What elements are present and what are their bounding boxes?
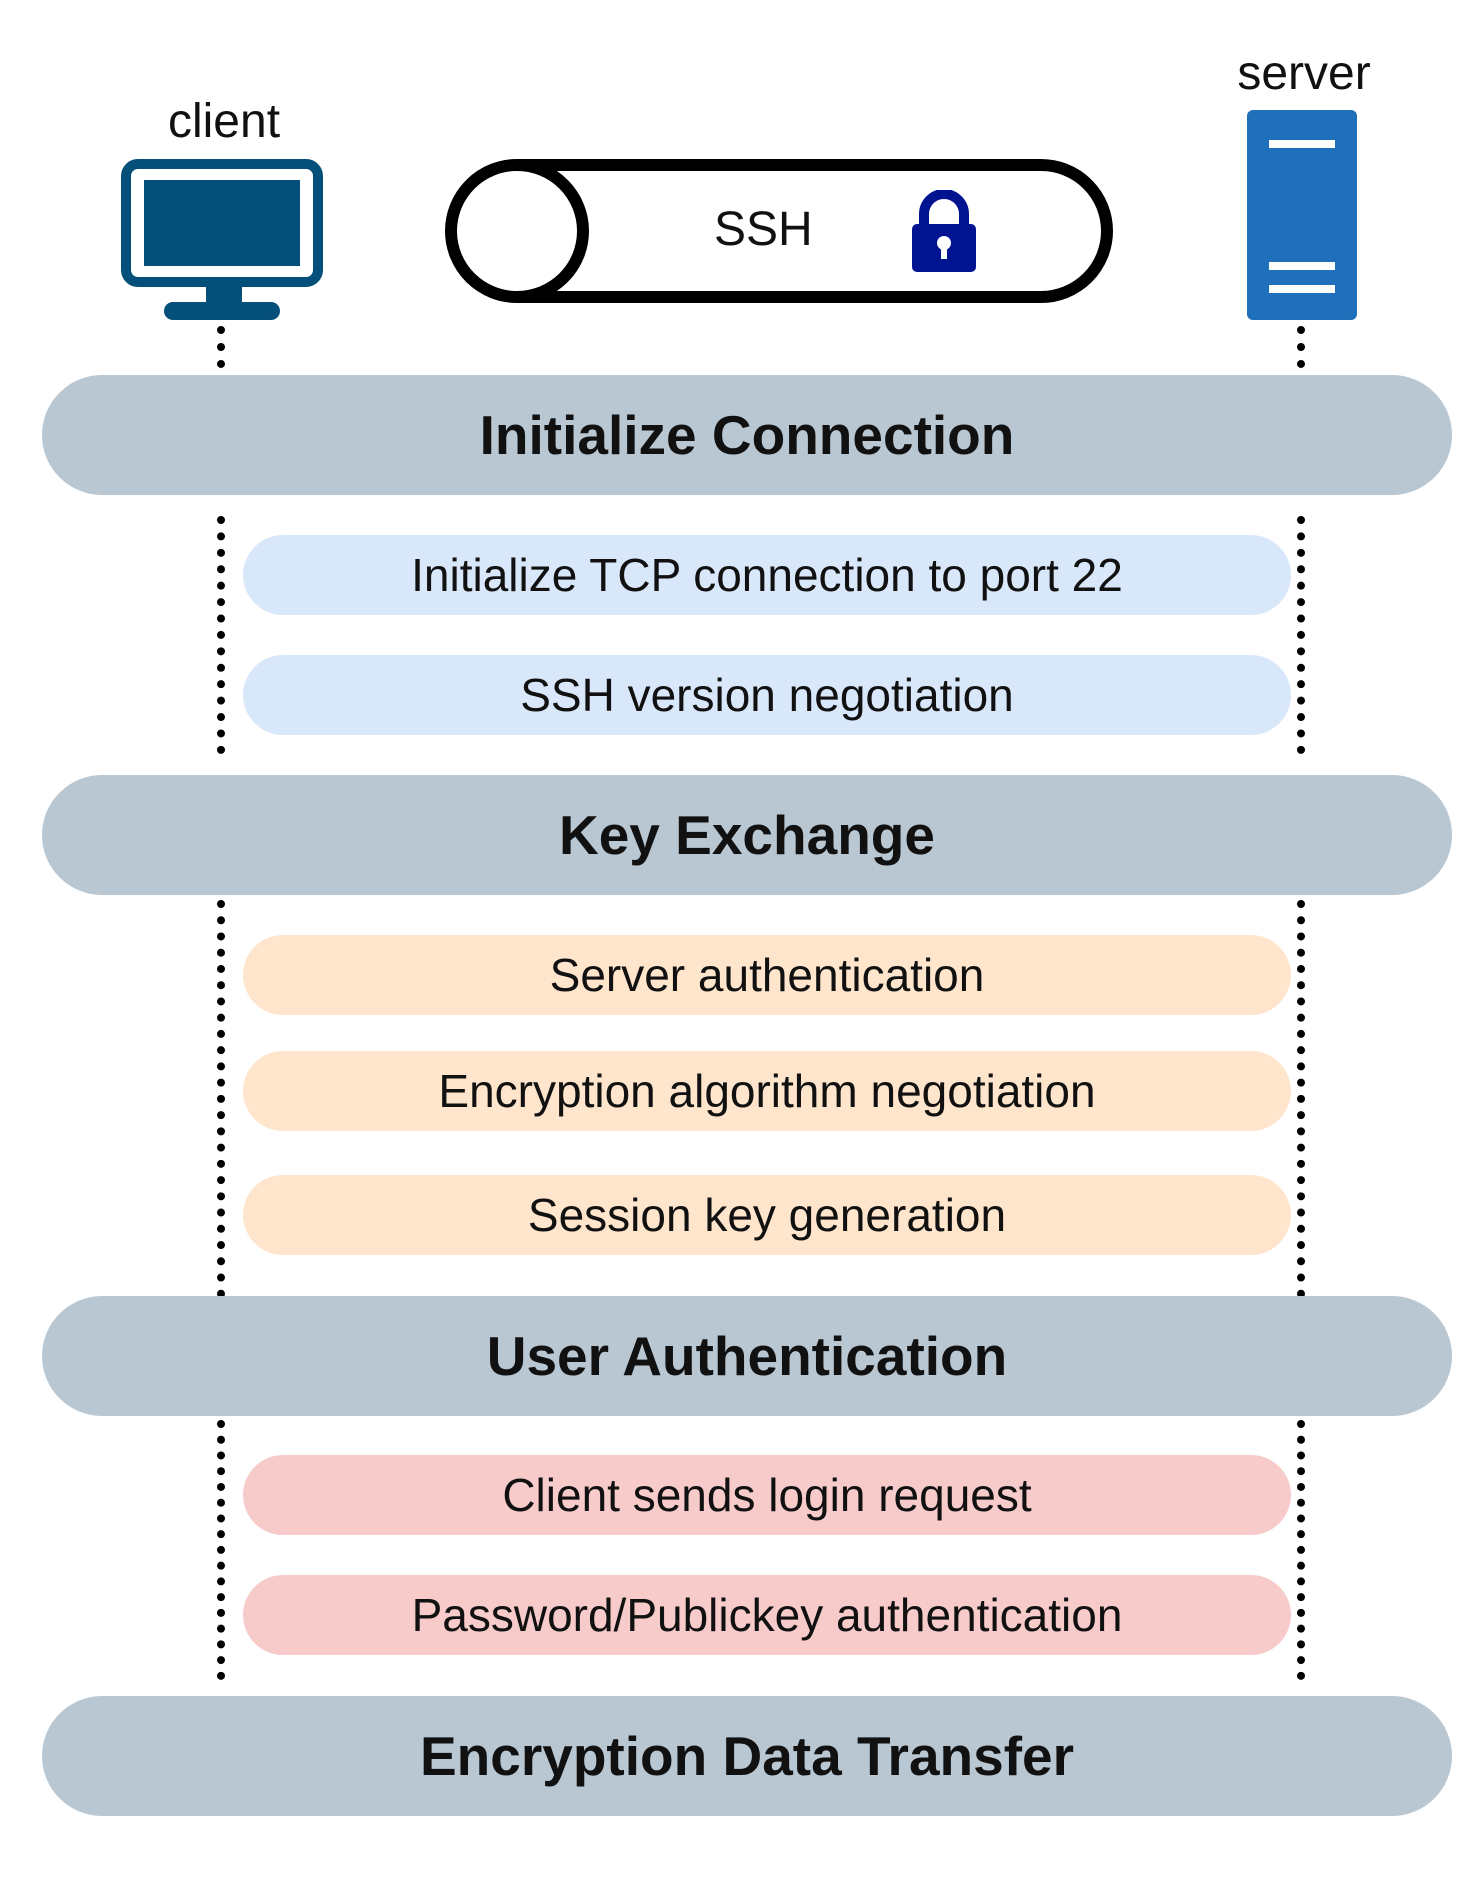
step-version-negotiation: SSH version negotiation <box>243 655 1291 735</box>
step-label: Password/Publickey authentication <box>411 1589 1123 1641</box>
client-lifeline-2 <box>217 516 225 754</box>
step-tcp-connection: Initialize TCP connection to port 22 <box>243 535 1291 615</box>
step-server-authentication: Server authentication <box>243 935 1291 1015</box>
client-lifeline-4 <box>217 1420 225 1680</box>
lock-icon <box>912 190 976 272</box>
step-label: Initialize TCP connection to port 22 <box>411 549 1123 601</box>
step-session-key: Session key generation <box>243 1175 1291 1255</box>
step-label: Server authentication <box>549 949 985 1001</box>
client-lifeline-3 <box>217 900 225 1298</box>
server-lifeline-1 <box>1297 326 1305 368</box>
step-label: Client sends login request <box>502 1469 1032 1521</box>
step-label: SSH version negotiation <box>520 669 1014 721</box>
server-lifeline-4 <box>1297 1420 1305 1680</box>
phase-encryption-data-transfer: Encryption Data Transfer <box>42 1696 1452 1816</box>
step-label: Session key generation <box>527 1189 1007 1241</box>
server-label: server <box>1237 47 1371 100</box>
server-icon <box>1247 110 1357 320</box>
step-label: Encryption algorithm negotiation <box>438 1065 1096 1117</box>
phase-title: Initialize Connection <box>479 404 1015 466</box>
step-password-publickey: Password/Publickey authentication <box>243 1575 1291 1655</box>
phase-initialize-connection: Initialize Connection <box>42 375 1452 495</box>
server-lifeline-2 <box>1297 516 1305 754</box>
server-lifeline-3 <box>1297 900 1305 1298</box>
phase-title: User Authentication <box>486 1325 1008 1387</box>
ssh-tunnel: SSH <box>444 158 1114 304</box>
step-encryption-negotiation: Encryption algorithm negotiation <box>243 1051 1291 1131</box>
client-label: client <box>167 95 281 148</box>
monitor-icon <box>121 159 323 320</box>
step-login-request: Client sends login request <box>243 1455 1291 1535</box>
phase-title: Encryption Data Transfer <box>419 1725 1075 1787</box>
phase-title: Key Exchange <box>558 804 935 866</box>
client-lifeline-1 <box>217 326 225 368</box>
phase-user-authentication: User Authentication <box>42 1296 1452 1416</box>
phase-key-exchange: Key Exchange <box>42 775 1452 895</box>
